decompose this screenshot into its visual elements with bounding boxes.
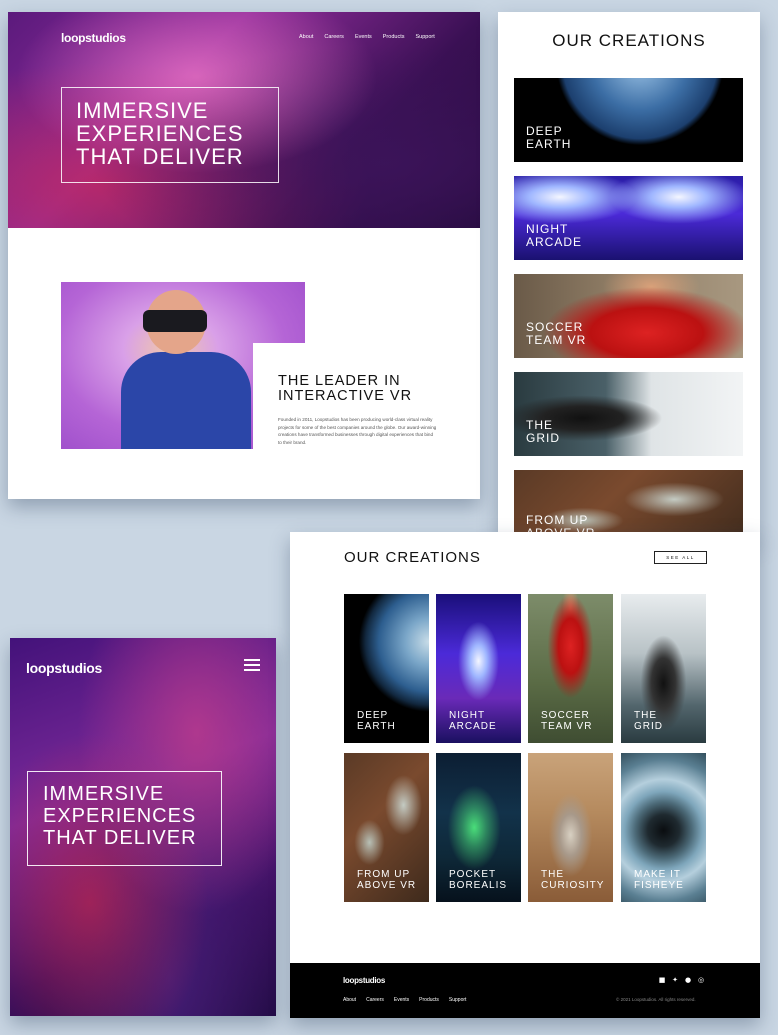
leader-heading: THE LEADER IN INTERACTIVE VR	[278, 374, 448, 404]
mobile-creations-preview: OUR CREATIONS DEEP EARTH NIGHT ARCADE SOCC…	[498, 12, 760, 540]
leader-line-2: INTERACTIVE VR	[278, 388, 413, 404]
creation-label: SOCCER TEAM VR	[541, 710, 593, 732]
nav-products[interactable]: Products	[383, 34, 405, 40]
creation-deep-earth[interactable]: DEEP EARTH	[514, 78, 743, 162]
creation-night-arcade[interactable]: NIGHT ARCADE	[514, 176, 743, 260]
footer: loopstudios About Careers Events Product…	[290, 963, 760, 1018]
social-links: ■ ✦ ● ◎	[658, 976, 705, 984]
grid-creation-the-curiosity[interactable]: THE CURIOSITY	[528, 753, 613, 902]
grid-creation-pocket-borealis[interactable]: POCKET BOREALIS	[436, 753, 521, 902]
creation-label: THE GRID	[526, 418, 560, 445]
hero-line-1: IMMERSIVE	[76, 98, 209, 123]
creation-label: MAKE IT FISHEYE	[634, 869, 684, 891]
creation-label: SOCCER TEAM VR	[526, 320, 587, 347]
creation-label: THE GRID	[634, 710, 663, 732]
nav-support[interactable]: Support	[415, 34, 434, 40]
mobile-home-preview: loopstudios IMMERSIVE EXPERIENCES THAT D…	[10, 638, 276, 1016]
hero-line-2: EXPERIENCES	[43, 805, 197, 827]
grid-creation-the-grid[interactable]: THE GRID	[621, 594, 706, 743]
logo[interactable]: loopstudios	[61, 31, 126, 45]
grid-creation-night-arcade[interactable]: NIGHT ARCADE	[436, 594, 521, 743]
hero-headline-box: IMMERSIVE EXPERIENCES THAT DELIVER	[61, 87, 279, 183]
hero-headline-box: IMMERSIVE EXPERIENCES THAT DELIVER	[27, 771, 222, 866]
vr-headset-shape	[143, 310, 207, 332]
nav-about[interactable]: About	[299, 34, 313, 40]
creation-label: DEEP EARTH	[357, 710, 396, 732]
nav-events[interactable]: Events	[355, 34, 372, 40]
creations-title: OUR CREATIONS	[344, 549, 481, 566]
footer-nav-products[interactable]: Products	[419, 997, 439, 1003]
creation-label: POCKET BOREALIS	[449, 869, 508, 891]
shirt-shape	[121, 352, 251, 449]
facebook-icon[interactable]: ■	[658, 976, 666, 984]
copyright: © 2021 Loopstudios. All rights reserved.	[616, 997, 696, 1002]
creation-the-grid[interactable]: THE GRID	[514, 372, 743, 456]
main-nav: About Careers Events Products Support	[299, 34, 435, 40]
hero-line-3: THAT DELIVER	[76, 144, 244, 169]
logo[interactable]: loopstudios	[26, 660, 102, 676]
see-all-button[interactable]: SEE ALL	[654, 551, 707, 564]
footer-nav: About Careers Events Products Support	[343, 997, 466, 1003]
leader-line-1: THE LEADER IN	[278, 373, 401, 389]
nav-careers[interactable]: Careers	[324, 34, 344, 40]
hamburger-menu-icon[interactable]	[244, 659, 260, 671]
desktop-home-preview: loopstudios About Careers Events Product…	[8, 12, 480, 499]
pinterest-icon[interactable]: ●	[684, 976, 692, 984]
footer-nav-support[interactable]: Support	[449, 997, 467, 1003]
footer-logo[interactable]: loopstudios	[343, 976, 385, 985]
grid-creation-soccer-team-vr[interactable]: SOCCER TEAM VR	[528, 594, 613, 743]
hero-line-1: IMMERSIVE	[43, 783, 165, 805]
desktop-creations-preview: OUR CREATIONS SEE ALL DEEP EARTH NIGHT ARC…	[290, 532, 760, 1018]
creation-from-up-above-vr[interactable]: FROM UPABOVE VR	[514, 470, 743, 540]
leader-paragraph: Founded in 2011, Loopstudios has been pr…	[278, 417, 437, 445]
creation-label: DEEP EARTH	[526, 124, 572, 151]
hero-line-3: THAT DELIVER	[43, 827, 197, 849]
footer-nav-about[interactable]: About	[343, 997, 356, 1003]
creation-soccer-team-vr[interactable]: SOCCER TEAM VR	[514, 274, 743, 358]
grid-creation-make-it-fisheye[interactable]: MAKE IT FISHEYE	[621, 753, 706, 902]
footer-nav-events[interactable]: Events	[394, 997, 409, 1003]
footer-nav-careers[interactable]: Careers	[366, 997, 384, 1003]
creation-label: NIGHT ARCADE	[526, 222, 583, 249]
grid-creation-deep-earth[interactable]: DEEP EARTH	[344, 594, 429, 743]
grid-creation-from-up-above-vr[interactable]: FROM UP ABOVE VR	[344, 753, 429, 902]
creation-label: NIGHT ARCADE	[449, 710, 497, 732]
hero-line-2: EXPERIENCES	[76, 121, 244, 146]
creation-label: FROM UPABOVE VR	[357, 869, 417, 891]
creation-label: THE CURIOSITY	[541, 869, 605, 891]
twitter-icon[interactable]: ✦	[671, 976, 679, 984]
instagram-icon[interactable]: ◎	[697, 976, 705, 984]
creations-title: OUR CREATIONS	[552, 31, 706, 50]
